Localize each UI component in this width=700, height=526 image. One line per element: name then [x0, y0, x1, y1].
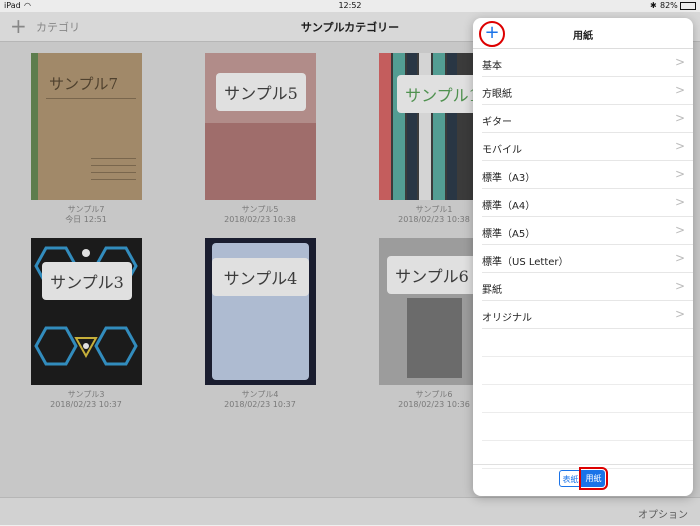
paper-list: 基本 > 方眼紙 > ギター > モバイル > 標準（A3） > 標準（A4） > 標準（A… [473, 49, 693, 469]
popover-header: + 用紙 [473, 18, 693, 49]
paper-item-a3[interactable]: 標準（A3） > [482, 161, 693, 189]
popover-title: 用紙 [573, 31, 593, 42]
notebook-label: サンプル6 [387, 256, 477, 294]
paper-item-label: 標準（A5） [482, 229, 536, 240]
notebook-label: サンプル5 [216, 73, 306, 111]
paper-item-label: 標準（US Letter） [482, 257, 569, 268]
paper-item-label: 標準（A3） [482, 173, 536, 184]
paper-item-label: モバイル [482, 145, 522, 156]
paper-item-a5[interactable]: 標準（A5） > [482, 217, 693, 245]
chevron-right-icon: > [674, 195, 685, 209]
notebook-cover[interactable]: サンプル4 [205, 238, 316, 385]
paper-item-graph[interactable]: 方眼紙 > [482, 77, 693, 105]
notebook-cover[interactable]: サンプル3 [31, 238, 142, 385]
paper-item-ruled[interactable]: 罫紙 > [482, 273, 693, 301]
empty-row [482, 413, 693, 441]
paper-item-label: 罫紙 [482, 285, 502, 296]
paper-item-basic[interactable]: 基本 > [482, 49, 693, 77]
paper-item-label: 標準（A4） [482, 201, 536, 212]
footer-divider [473, 464, 693, 465]
chevron-right-icon: > [674, 111, 685, 125]
paper-item-a4[interactable]: 標準（A4） > [482, 189, 693, 217]
notebook-cover[interactable]: サンプル5 [205, 53, 316, 200]
pattern-graphic [34, 246, 138, 366]
notebook-date: 2018/02/23 10:37 [224, 400, 296, 409]
chevron-right-icon: > [674, 279, 685, 293]
battery-percent: 82% [660, 1, 678, 10]
notebook-date: 今日 12:51 [65, 215, 107, 224]
status-time: 12:52 [338, 1, 362, 10]
battery-icon [680, 2, 696, 10]
chevron-right-icon: > [674, 83, 685, 97]
notebook-caption: サンプル5 2018/02/23 10:38 [180, 205, 340, 225]
chevron-right-icon: > [674, 251, 685, 265]
options-button[interactable]: オプション [638, 506, 688, 521]
notebook-title: サンプル4 [241, 390, 279, 399]
segmented-control: 表紙 用紙 [559, 467, 608, 490]
paper-item-label: 方眼紙 [482, 89, 512, 100]
notebook-date: 2018/02/23 10:38 [224, 215, 296, 224]
paper-item-label: 基本 [482, 61, 502, 72]
bluetooth-icon: ✱ [650, 1, 657, 10]
paper-item-label: オリジナル [482, 313, 532, 324]
chevron-right-icon: > [674, 307, 685, 321]
paper-item-label: ギター [482, 117, 512, 128]
notebook-label: サンプル7 [49, 75, 119, 93]
chevron-right-icon: > [674, 55, 685, 69]
notebook-date: 2018/02/23 10:37 [50, 400, 122, 409]
notebook-caption: サンプル4 2018/02/23 10:37 [180, 390, 340, 410]
segment-cover[interactable]: 表紙 [559, 470, 582, 487]
notebook-title: サンプル7 [67, 205, 105, 214]
chevron-right-icon: > [674, 139, 685, 153]
notebook-caption: サンプル3 2018/02/23 10:37 [6, 390, 166, 410]
notebook-label: サンプル4 [212, 258, 309, 296]
empty-row [482, 329, 693, 357]
paper-popover: + 用紙 基本 > 方眼紙 > ギター > モバイル > 標準（A3） > 標準（A4） >… [473, 18, 693, 496]
empty-row [482, 357, 693, 385]
paper-item-us-letter[interactable]: 標準（US Letter） > [482, 245, 693, 273]
paper-item-mobile[interactable]: モバイル > [482, 133, 693, 161]
notebook-title: サンプル3 [67, 390, 105, 399]
notebook-label: サンプル3 [42, 262, 132, 300]
chevron-right-icon: > [674, 167, 685, 181]
segment-paper[interactable]: 用紙 [579, 467, 608, 490]
paper-item-original[interactable]: オリジナル > [482, 301, 693, 329]
chevron-right-icon: > [674, 223, 685, 237]
status-bar: iPad ◠ 12:52 ✱ 82% [0, 0, 700, 12]
empty-row [482, 385, 693, 413]
notebook-cover[interactable]: サンプル7 [31, 53, 142, 200]
paper-item-guitar[interactable]: ギター > [482, 105, 693, 133]
notebook-caption: サンプル7 今日 12:51 [6, 205, 166, 225]
notebook-title: サンプル5 [241, 205, 279, 214]
bottom-toolbar: オプション [0, 497, 700, 526]
